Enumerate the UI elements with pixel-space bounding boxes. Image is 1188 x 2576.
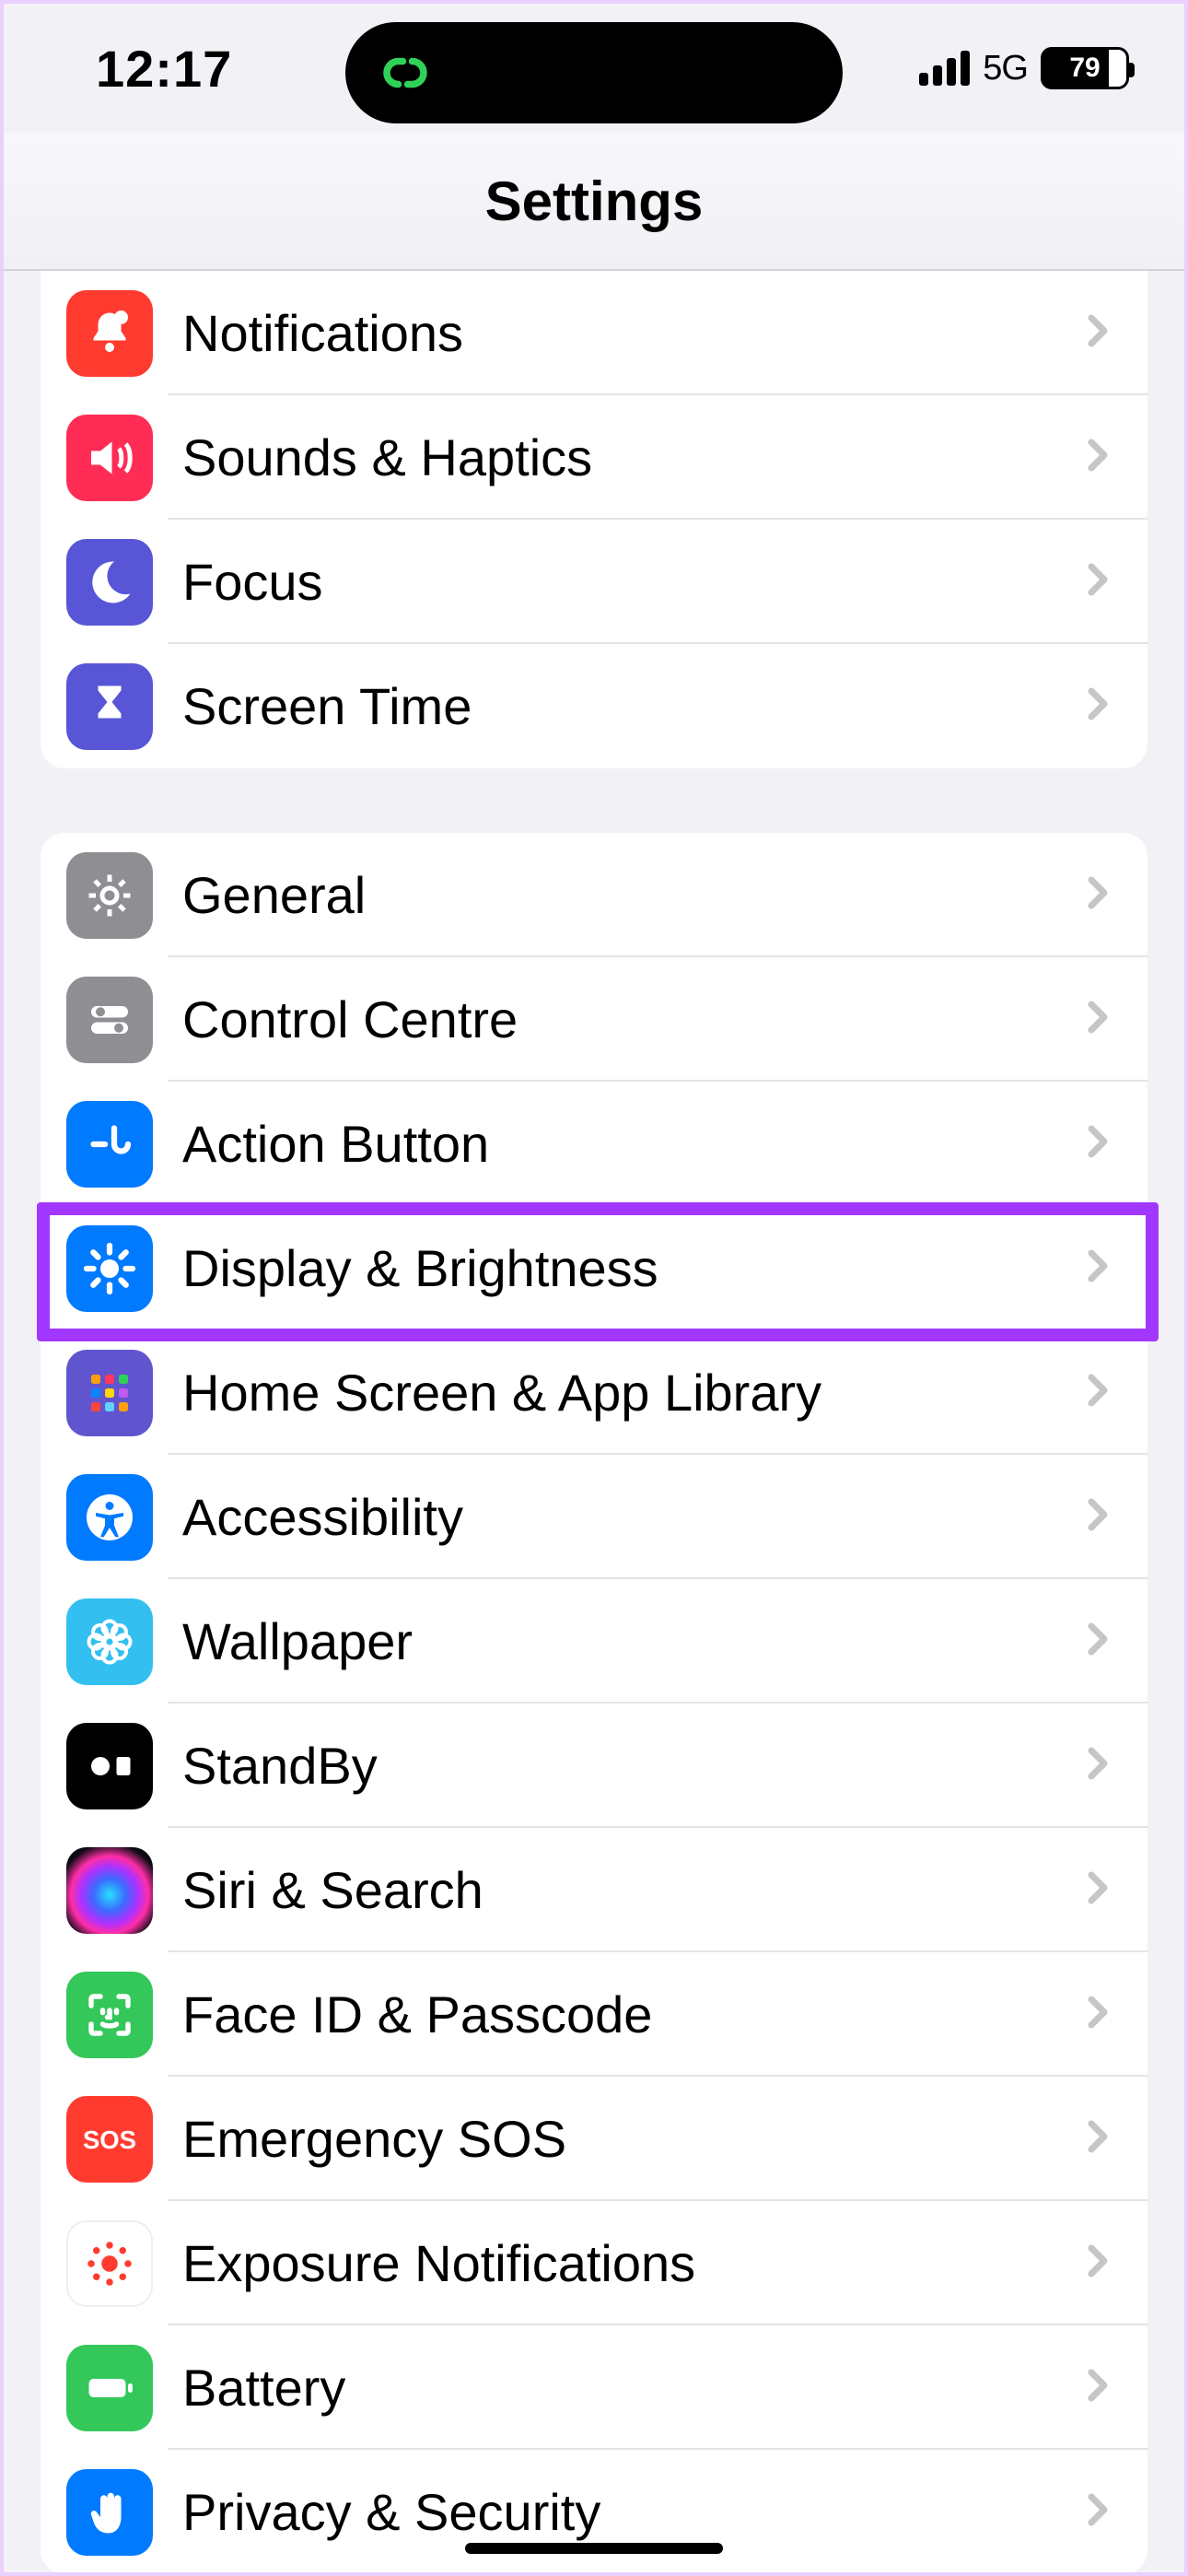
settings-row-label: StandBy <box>182 1736 1085 1796</box>
settings-row-siri-search[interactable]: Siri & Search <box>41 1828 1147 1952</box>
chevron-right-icon <box>1085 1622 1111 1661</box>
settings-row-label: Battery <box>182 2358 1085 2418</box>
chevron-right-icon <box>1085 313 1111 353</box>
settings-row-label: Screen Time <box>182 676 1085 736</box>
settings-row-focus[interactable]: Focus <box>41 520 1147 644</box>
settings-row-general[interactable]: General <box>41 833 1147 957</box>
faceid-icon <box>66 1972 153 2058</box>
settings-row-label: Face ID & Passcode <box>182 1985 1085 2044</box>
status-time: 12:17 <box>96 39 232 99</box>
flower-icon <box>66 1598 153 1685</box>
chevron-right-icon <box>1085 875 1111 915</box>
status-bar: 12:17 5G 79 <box>4 4 1184 133</box>
chevron-right-icon <box>1085 1124 1111 1164</box>
chevron-right-icon <box>1085 1746 1111 1786</box>
settings-row-label: Accessibility <box>182 1487 1085 1547</box>
settings-row-label: Privacy & Security <box>182 2482 1085 2542</box>
chevron-right-icon <box>1085 1497 1111 1537</box>
moon-icon <box>66 539 153 626</box>
settings-row-label: Action Button <box>182 1114 1085 1174</box>
sos-icon <box>66 2096 153 2183</box>
settings-row-label: Home Screen & App Library <box>182 1363 1085 1423</box>
chevron-right-icon <box>1085 2119 1111 2159</box>
settings-row-notifications[interactable]: Notifications <box>41 271 1147 395</box>
settings-row-accessibility[interactable]: Accessibility <box>41 1455 1147 1579</box>
dynamic-island[interactable] <box>345 22 843 123</box>
chevron-right-icon <box>1085 2492 1111 2532</box>
battery-full-icon <box>66 2345 153 2431</box>
battery-percent: 79 <box>1069 53 1100 84</box>
chevron-right-icon <box>1085 2368 1111 2407</box>
cellular-signal-icon <box>919 51 970 86</box>
settings-row-screen-time[interactable]: Screen Time <box>41 644 1147 768</box>
battery-icon: 79 <box>1041 47 1129 89</box>
exposure-icon <box>66 2220 153 2307</box>
settings-row-sounds-haptics[interactable]: Sounds & Haptics <box>41 395 1147 520</box>
settings-row-label: Focus <box>182 552 1085 612</box>
link-activity-icon <box>371 39 439 107</box>
settings-row-label: Display & Brightness <box>182 1238 1085 1298</box>
settings-row-label: Notifications <box>182 303 1085 363</box>
chevron-right-icon <box>1085 2243 1111 2283</box>
settings-row-privacy[interactable]: Privacy & Security <box>41 2450 1147 2572</box>
chevron-right-icon <box>1085 1248 1111 1288</box>
chevron-right-icon <box>1085 1373 1111 1412</box>
settings-row-label: Control Centre <box>182 989 1085 1049</box>
navigation-bar: Settings <box>4 133 1184 271</box>
settings-row-label: Wallpaper <box>182 1611 1085 1671</box>
chevron-right-icon <box>1085 1000 1111 1039</box>
hand-icon <box>66 2469 153 2556</box>
action-button-icon <box>66 1101 153 1188</box>
chevron-right-icon <box>1085 438 1111 477</box>
settings-row-label: Sounds & Haptics <box>182 427 1085 487</box>
settings-row-label: Emergency SOS <box>182 2109 1085 2169</box>
apps-grid-icon <box>66 1350 153 1436</box>
settings-row-home-screen[interactable]: Home Screen & App Library <box>41 1330 1147 1455</box>
settings-row-label: Exposure Notifications <box>182 2233 1085 2293</box>
status-right: 5G 79 <box>919 47 1129 89</box>
settings-row-control-centre[interactable]: Control Centre <box>41 957 1147 1082</box>
home-indicator[interactable] <box>465 2543 723 2554</box>
chevron-right-icon <box>1085 1995 1111 2034</box>
settings-group: Notifications Sounds & Haptics Focus Screen… <box>41 271 1147 768</box>
settings-row-label: Siri & Search <box>182 1860 1085 1920</box>
siri-icon <box>66 1847 153 1934</box>
toggles-icon <box>66 977 153 1063</box>
settings-row-label: General <box>182 865 1085 925</box>
settings-row-wallpaper[interactable]: Wallpaper <box>41 1579 1147 1704</box>
network-type: 5G <box>983 49 1028 88</box>
settings-row-display-brightness[interactable]: Display & Brightness <box>41 1206 1147 1330</box>
sun-icon <box>66 1225 153 1312</box>
hourglass-icon <box>66 663 153 750</box>
settings-row-emergency-sos[interactable]: Emergency SOS <box>41 2077 1147 2201</box>
speaker-wave-icon <box>66 415 153 501</box>
settings-row-face-id[interactable]: Face ID & Passcode <box>41 1952 1147 2077</box>
gear-icon <box>66 852 153 939</box>
settings-group: General Control Centre Action Button Displa… <box>41 833 1147 2572</box>
accessibility-icon <box>66 1474 153 1561</box>
chevron-right-icon <box>1085 686 1111 726</box>
settings-row-battery[interactable]: Battery <box>41 2325 1147 2450</box>
settings-row-exposure[interactable]: Exposure Notifications <box>41 2201 1147 2325</box>
chevron-right-icon <box>1085 1870 1111 1910</box>
bell-badge-icon <box>66 290 153 377</box>
page-title: Settings <box>485 170 704 233</box>
settings-row-standby[interactable]: StandBy <box>41 1704 1147 1828</box>
settings-row-action-button[interactable]: Action Button <box>41 1082 1147 1206</box>
standby-icon <box>66 1723 153 1809</box>
chevron-right-icon <box>1085 562 1111 602</box>
